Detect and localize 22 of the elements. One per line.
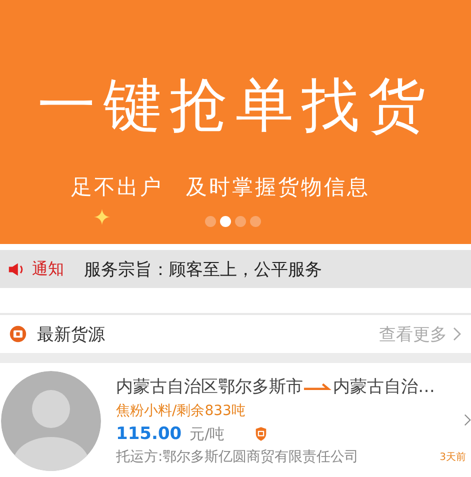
banner-headline: 一键抢单找货 <box>38 72 434 138</box>
price: 115.00 <box>116 424 182 444</box>
carousel-dot[interactable] <box>235 216 246 227</box>
box-icon <box>9 325 27 343</box>
chevron-right-icon <box>453 327 461 341</box>
avatar-icon <box>1 370 101 470</box>
origin-city: 内蒙古自治区鄂尔多斯市 <box>116 376 303 398</box>
notice-label: 通知 <box>32 258 64 280</box>
posted-time: 3天前 <box>440 451 466 464</box>
carousel-dot[interactable] <box>220 216 231 227</box>
banner-subline: 足不出户 及时掌握货物信息 <box>71 174 370 200</box>
notice-text: 服务宗旨：顾客至上，公平服务 <box>84 258 322 280</box>
chevron-right-icon <box>464 413 471 427</box>
carousel-dot[interactable] <box>250 216 261 227</box>
shield-icon <box>254 427 267 441</box>
shipper-name: 托运方:鄂尔多斯亿圆商贸有限责任公司 <box>116 448 359 466</box>
price-unit: 元/吨 <box>190 424 225 444</box>
sparkle-icon <box>94 208 110 224</box>
destination-city: 内蒙古自治… <box>333 376 435 398</box>
section-title: 最新货源 <box>37 324 105 346</box>
carousel-dot[interactable] <box>205 216 216 227</box>
cargo-info: 焦粉小料/剩余833吨 <box>116 402 246 420</box>
